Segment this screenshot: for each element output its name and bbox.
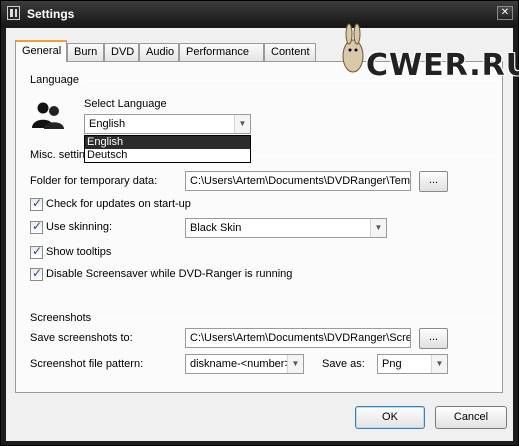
chevron-down-icon[interactable]: ▼ [370, 219, 386, 237]
chevron-down-icon[interactable]: ▼ [287, 355, 303, 373]
watermark-logo: CWER.RU [366, 48, 519, 83]
show-tooltips-label[interactable]: Show tooltips [46, 246, 111, 258]
settings-window: Settings ✕ CWER.RU General Burn DVD Audi… [0, 0, 519, 446]
screenshots-group-label: Screenshots [30, 312, 96, 324]
disable-screensaver-checkbox[interactable] [30, 266, 43, 281]
tab-general[interactable]: General [15, 40, 67, 62]
cancel-button[interactable]: Cancel [435, 406, 507, 429]
check-updates-label[interactable]: Check for updates on start-up [46, 198, 191, 210]
skin-select-value: Black Skin [190, 222, 242, 234]
temp-folder-label: Folder for temporary data: [30, 175, 158, 187]
tab-performance[interactable]: Performance [179, 43, 264, 61]
window-title: Settings [27, 7, 75, 21]
save-as-select[interactable]: Png ▼ [377, 354, 448, 374]
check-updates-checkbox[interactable] [30, 196, 43, 211]
users-icon [32, 102, 64, 129]
dialog-client-area: CWER.RU General Burn DVD Audio Performan… [6, 23, 519, 441]
tab-audio[interactable]: Audio [139, 43, 179, 61]
temp-folder-input[interactable]: C:\Users\Artem\Documents\DVDRanger\Temp [185, 171, 411, 191]
temp-folder-browse-button[interactable]: ... [419, 171, 448, 192]
title-bar[interactable]: Settings ✕ [1, 1, 518, 27]
show-tooltips-checkbox[interactable] [30, 244, 43, 259]
language-option-deutsch[interactable]: Deutsch [85, 149, 250, 162]
ok-button[interactable]: OK [355, 406, 425, 429]
pattern-select[interactable]: diskname-<number> ▼ [185, 354, 304, 374]
save-to-browse-button[interactable]: ... [419, 328, 448, 349]
language-select-value: English [89, 118, 126, 130]
app-icon [7, 6, 20, 20]
save-as-label: Save as: [322, 358, 365, 370]
chevron-down-icon[interactable]: ▼ [431, 355, 447, 373]
language-select[interactable]: English ▼ [84, 114, 251, 134]
pattern-label: Screenshot file pattern: [30, 358, 144, 370]
use-skinning-checkbox[interactable] [30, 219, 43, 234]
chevron-down-icon[interactable]: ▼ [234, 115, 250, 133]
language-dropdown-list: English Deutsch [84, 135, 251, 163]
tab-content[interactable]: Content [264, 43, 316, 61]
save-to-input[interactable]: C:\Users\Artem\Documents\DVDRanger\Scree… [185, 328, 411, 348]
skin-select[interactable]: Black Skin ▼ [185, 218, 387, 238]
save-as-select-value: Png [382, 358, 402, 370]
screenshots-separator [96, 318, 496, 319]
use-skinning-label[interactable]: Use skinning: [46, 221, 112, 233]
close-button[interactable]: ✕ [497, 6, 513, 20]
tab-dvd[interactable]: DVD [104, 43, 139, 61]
language-option-english[interactable]: English [85, 136, 250, 149]
tab-burn[interactable]: Burn [67, 43, 104, 61]
save-to-label: Save screenshots to: [30, 332, 133, 344]
general-tab-panel: Language Select Language English ▼ Engli… [15, 61, 503, 393]
language-group-label: Language [30, 74, 83, 86]
disable-screensaver-label[interactable]: Disable Screensaver while DVD-Ranger is … [46, 268, 292, 280]
pattern-select-value: diskname-<number> [190, 358, 291, 370]
select-language-label: Select Language [84, 98, 167, 110]
